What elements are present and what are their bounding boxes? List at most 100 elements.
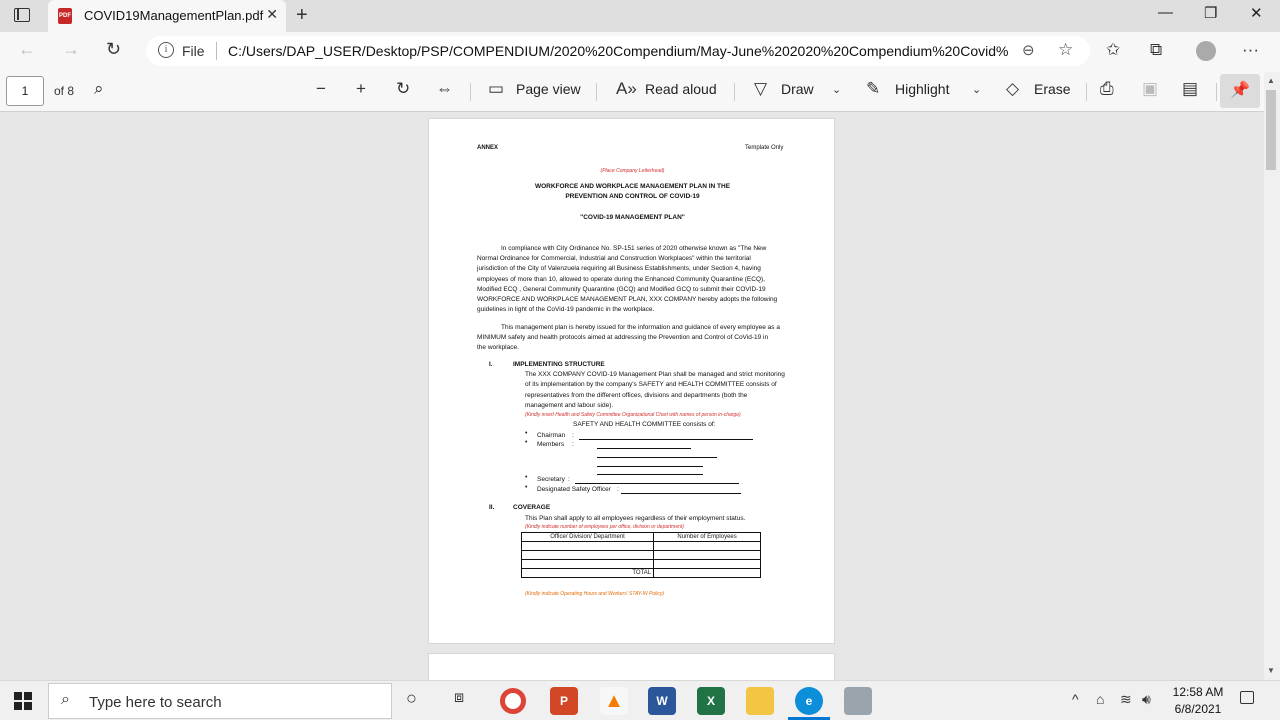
bullet: • [525, 474, 528, 481]
close-window-button[interactable]: ✕ [1250, 4, 1263, 22]
cortana-icon[interactable]: ○ [406, 688, 417, 709]
save-as-icon[interactable]: ▤ [1182, 79, 1198, 99]
pin-toolbar-icon[interactable]: 📌 [1220, 74, 1260, 108]
fit-width-icon[interactable]: ⇔ [436, 79, 453, 99]
scroll-thumb[interactable] [1266, 90, 1276, 170]
bullet: • [525, 439, 528, 446]
add-favorite-icon[interactable]: ☆ [1058, 40, 1073, 60]
chrome-icon[interactable] [500, 688, 526, 714]
print-icon[interactable]: ⎙ [1100, 79, 1114, 99]
scroll-up-icon[interactable]: ▲ [1267, 76, 1275, 85]
url-text[interactable]: C:/Users/DAP_USER/Desktop/PSP/COMPENDIUM… [228, 43, 1008, 59]
blank-line [597, 474, 703, 475]
table-total-value [653, 568, 761, 578]
read-aloud-icon[interactable]: A» [616, 79, 637, 99]
show-hidden-icons[interactable]: ^ [1072, 691, 1079, 707]
paragraph-line: In compliance with City Ordinance No. SP… [501, 245, 767, 252]
blank-line [597, 457, 717, 458]
pdf-page-next [428, 653, 835, 680]
page-view-icon[interactable]: ▭ [488, 79, 504, 99]
erase-button[interactable]: Erase [1034, 81, 1071, 97]
colon: : [572, 441, 574, 448]
section-title: IMPLEMENTING STRUCTURE [513, 361, 605, 368]
zoom-in-button[interactable]: + [356, 79, 366, 99]
eraser-icon[interactable]: ◇ [1006, 79, 1019, 99]
toolbar-divider [470, 83, 471, 101]
browser-tab-active[interactable]: PDF COVID19ManagementPlan.pdf ✕ [48, 0, 286, 32]
word-icon[interactable]: W [648, 687, 676, 715]
zoom-icon[interactable]: ⊖ [1022, 41, 1035, 59]
table-total-label: TOTAL [520, 568, 655, 578]
file-explorer-icon[interactable] [746, 687, 774, 715]
paragraph-line: WORKFORCE AND WORKPLACE MANAGEMENT PLAN,… [477, 296, 778, 303]
rotate-icon[interactable]: ↻ [396, 79, 410, 99]
draw-button[interactable]: Draw [781, 81, 814, 97]
favorites-icon[interactable]: ✩ [1106, 40, 1120, 60]
section-text-line: representatives from the different offic… [525, 392, 748, 399]
blank-line [621, 493, 741, 494]
excel-icon[interactable]: X [697, 687, 725, 715]
table-header: Office/ Division/ Department [520, 532, 655, 542]
notification-icon[interactable] [1240, 691, 1254, 704]
page-view-button[interactable]: Page view [516, 81, 581, 97]
clock-date: 6/8/2021 [1174, 702, 1222, 716]
search-icon: ⌕ [61, 691, 70, 708]
find-icon[interactable]: ⌕ [94, 79, 104, 99]
windows-start-icon[interactable] [14, 692, 32, 710]
section-note: (Kindly indicate number of employees per… [525, 524, 684, 530]
edge-icon[interactable]: e [795, 687, 823, 715]
system-clock[interactable]: 12:58 AM 6/8/2021 [1160, 684, 1236, 718]
back-button[interactable]: ← [18, 39, 36, 60]
tab-actions-icon[interactable] [14, 8, 30, 22]
zoom-out-button[interactable]: − [316, 79, 326, 99]
task-view-icon[interactable]: ⧈ [454, 689, 464, 707]
doc-subtitle: "COVID-19 MANAGEMENT PLAN" [580, 214, 685, 221]
section-note: (Kindly insert Health and Safety Committ… [525, 412, 741, 418]
vlc-icon[interactable]: ▲ [600, 687, 628, 715]
save-icon[interactable]: ▣ [1142, 79, 1158, 99]
template-label: Template Only [745, 145, 784, 151]
highlight-icon[interactable]: ✎ [866, 79, 880, 99]
employees-table: Office/ Division/ Department Number of E… [520, 532, 761, 578]
annex-label: ANNEX [477, 145, 499, 151]
highlight-chevron-down-icon[interactable]: ⌄ [972, 83, 981, 96]
refresh-button[interactable]: ↻ [106, 39, 121, 60]
more-options-icon[interactable]: ··· [1242, 40, 1259, 60]
section-title: COVERAGE [513, 504, 551, 511]
profile-avatar[interactable] [1196, 41, 1216, 61]
powerpoint-icon[interactable]: P [550, 687, 578, 715]
restore-button[interactable]: ❐ [1204, 4, 1217, 22]
blank-line [597, 466, 703, 467]
table-row [520, 541, 761, 551]
collections-icon[interactable]: ⧉ [1150, 40, 1162, 60]
scroll-down-icon[interactable]: ▼ [1267, 666, 1275, 675]
clock-time: 12:58 AM [1172, 685, 1224, 699]
vertical-scrollbar[interactable]: ▲ ▼ [1264, 72, 1280, 680]
page-number-input[interactable]: 1 [6, 76, 44, 106]
pdf-viewer[interactable]: ANNEX Template Only (Place Company Lette… [0, 112, 1262, 680]
search-placeholder: Type here to search [89, 694, 222, 711]
paragraph-line: MINIMUM safety and health protocols aime… [477, 334, 769, 341]
toolbar-divider [1086, 83, 1087, 101]
info-icon[interactable]: i [158, 42, 174, 58]
draw-icon[interactable]: ▽ [754, 79, 767, 99]
forward-button[interactable]: → [62, 39, 80, 60]
new-tab-button[interactable]: + [296, 4, 308, 27]
highlight-button[interactable]: Highlight [895, 81, 949, 97]
toolbar-divider [734, 83, 735, 101]
footer-note: (Kindly indicate Operating Hours and Wor… [525, 591, 665, 597]
address-bar[interactable]: i File C:/Users/DAP_USER/Desktop/PSP/COM… [146, 36, 1090, 66]
section-number: I. [489, 361, 493, 368]
volume-icon[interactable]: 🔊︎ [1142, 691, 1151, 708]
blank-line [597, 448, 691, 449]
section-text-line: of its implementation by the company's S… [525, 381, 777, 388]
tab-close-button[interactable]: ✕ [266, 6, 278, 23]
taskbar-search[interactable]: ⌕ Type here to search [48, 683, 392, 719]
paragraph-line: the workplace. [477, 344, 519, 351]
wifi-icon[interactable]: ≋ [1120, 691, 1132, 708]
read-aloud-button[interactable]: Read aloud [645, 81, 717, 97]
app-icon[interactable] [844, 687, 872, 715]
minimize-button[interactable]: — [1158, 4, 1173, 21]
device-icon[interactable]: ⌂ [1096, 691, 1104, 707]
draw-chevron-down-icon[interactable]: ⌄ [832, 83, 841, 96]
